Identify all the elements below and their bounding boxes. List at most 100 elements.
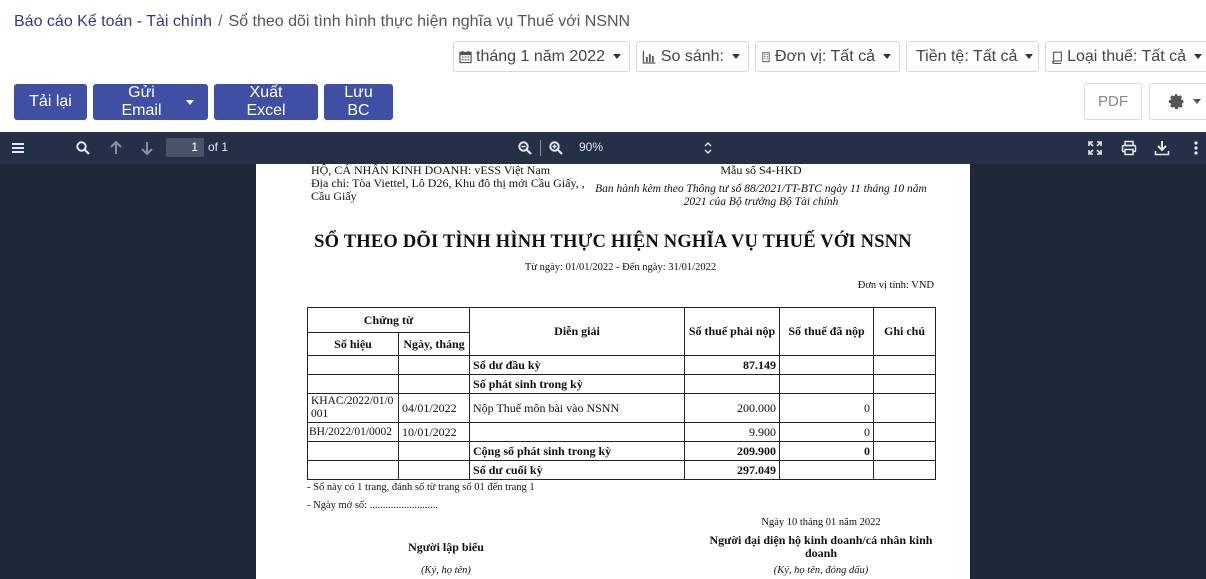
cell-description	[469, 422, 686, 442]
send-email-label: Gửi Email	[121, 84, 162, 119]
cell-paid	[779, 460, 875, 480]
cell-paid	[779, 374, 875, 394]
page-number-input[interactable]: 1	[166, 138, 204, 157]
table-row: Số phát sinh trong kỳ	[307, 374, 937, 394]
cell-voucher-no: KHAC/2022/01/0001	[307, 393, 399, 423]
cell-note	[873, 374, 937, 394]
business-info: HỘ, CÁ NHÂN KINH DOANH: vESS Việt Nam Đị…	[311, 164, 586, 203]
save-report-button[interactable]: Lưu BC	[324, 84, 393, 120]
download-icon[interactable]	[1154, 140, 1170, 156]
tax-type-dropdown[interactable]: Loại thuế: Tất cả	[1045, 41, 1206, 72]
cell-note	[873, 441, 937, 461]
date-range: Từ ngày: 01/01/2022 - Đến ngày: 31/01/20…	[524, 262, 717, 273]
zoom-in-icon[interactable]	[548, 140, 564, 156]
compare-dropdown[interactable]: So sánh:	[636, 41, 749, 72]
zoom-select-chevron-icon[interactable]	[700, 140, 716, 156]
cell-payable: 297.049	[684, 460, 781, 480]
pdf-page: HỘ, CÁ NHÂN KINH DOANH: vESS Việt Nam Đị…	[256, 164, 970, 579]
pdf-button[interactable]: PDF	[1084, 83, 1142, 120]
chevron-down-icon	[1194, 54, 1202, 59]
cell-paid: 0	[779, 393, 875, 423]
period-dropdown-label: tháng 1 năm 2022	[476, 47, 605, 65]
cell-note	[873, 460, 937, 480]
fullscreen-icon[interactable]	[1087, 140, 1103, 156]
unit-dropdown-label: Đơn vị: Tất cả	[774, 47, 875, 65]
settings-dropdown-button[interactable]	[1149, 83, 1206, 120]
cell-voucher-no: BH/2022/01/0002	[307, 422, 399, 442]
sidebar-toggle-icon[interactable]	[10, 140, 26, 156]
form-info: Mẫu số S4-HKD Ban hành kèm theo Thông tư…	[586, 164, 936, 209]
currency-dropdown[interactable]: Tiền tệ: Tất cả	[906, 41, 1039, 72]
book-icon	[1052, 51, 1062, 64]
export-excel-button[interactable]: Xuất Excel	[214, 84, 318, 120]
pdf-viewer: 1 of 1 90% HỘ, CÁ NHÂN KINH DOANH: vESS …	[0, 132, 1206, 579]
cell-voucher-date	[397, 441, 471, 461]
breadcrumb: Báo cáo Kế toán - Tài chính / Sổ theo dõi …	[14, 13, 630, 31]
cell-payable	[684, 374, 781, 394]
zoom-select[interactable]: 90%	[579, 140, 603, 154]
header-voucher-no: Số hiệu	[307, 332, 399, 356]
arrow-down-icon[interactable]	[139, 140, 155, 156]
search-icon[interactable]	[75, 140, 91, 156]
preparer-label: Người lập biểu	[408, 540, 484, 554]
compare-dropdown-label: So sánh:	[660, 47, 724, 65]
chevron-down-icon	[1025, 54, 1034, 59]
cell-payable: 200.000	[684, 393, 781, 423]
pdf-toolbar: 1 of 1 90%	[0, 132, 1206, 164]
bar-chart-icon	[642, 50, 656, 64]
zoom-out-icon[interactable]	[517, 140, 533, 156]
document-title: SỔ THEO DÕI TÌNH HÌNH THỰC HIỆN NGHĨA VỤ…	[314, 232, 912, 252]
unit-dropdown[interactable]: Đơn vị: Tất cả	[755, 41, 900, 72]
cell-description: Số dư đầu kỳ	[469, 355, 686, 375]
cell-payable: 209.900	[684, 441, 781, 461]
more-options-icon[interactable]	[1190, 140, 1202, 156]
chevron-down-icon	[186, 99, 194, 105]
chevron-down-icon	[1192, 99, 1201, 104]
right-action-group: PDF	[1084, 83, 1206, 120]
tax-type-dropdown-label: Loại thuế: Tất cả	[1067, 47, 1186, 65]
breadcrumb-separator: /	[218, 13, 223, 30]
page-title: Sổ theo dõi tình hình thực hiện nghĩa vụ…	[228, 13, 631, 30]
cell-voucher-date	[397, 355, 471, 375]
cell-paid	[779, 355, 875, 375]
gear-icon	[1168, 93, 1183, 110]
building-icon	[762, 51, 770, 62]
send-email-button[interactable]: Gửi Email	[93, 84, 208, 120]
calendar-icon	[459, 50, 472, 63]
table-row: Số dư đầu kỳ 87.149	[307, 355, 937, 375]
arrow-up-icon[interactable]	[108, 140, 124, 156]
table-row: Số dư cuối kỳ 297.049	[307, 460, 937, 480]
reload-button[interactable]: Tải lại	[14, 84, 87, 120]
chevron-down-icon	[883, 54, 891, 59]
cell-voucher-date: 10/01/2022	[397, 422, 471, 442]
cell-voucher-no	[307, 355, 399, 375]
toolbar-divider	[540, 140, 541, 156]
preparer-sign-hint: (Ký, họ tên)	[421, 565, 471, 576]
cell-voucher-no	[307, 374, 399, 394]
cell-description: Cộng số phát sinh trong kỳ	[469, 441, 686, 461]
chevron-down-icon	[613, 54, 621, 59]
sign-date: Ngày 10 tháng 01 năm 2022	[761, 517, 881, 528]
print-icon[interactable]	[1121, 140, 1137, 156]
chevron-down-icon	[732, 54, 740, 59]
cell-voucher-date: 04/01/2022	[397, 393, 471, 423]
cell-note	[873, 393, 937, 423]
header-voucher: Chứng từ	[306, 307, 471, 333]
cell-voucher-date	[397, 460, 471, 480]
cell-description: Số phát sinh trong kỳ	[469, 374, 686, 394]
header-note: Ghi chú	[873, 307, 937, 356]
currency-dropdown-label: Tiền tệ: Tất cả	[916, 47, 1018, 65]
breadcrumb-parent-link[interactable]: Báo cáo Kế toán - Tài chính	[14, 13, 212, 30]
table-row: BH/2022/01/0002 10/01/2022 9.900 0	[307, 422, 937, 442]
header-voucher-date: Ngày, tháng	[397, 332, 471, 356]
cell-note	[873, 355, 937, 375]
table-row: KHAC/2022/01/0001 04/01/2022 Nộp Thuế mô…	[307, 393, 937, 423]
filter-bar: tháng 1 năm 2022 So sánh: Đơn vị: Tất cả…	[453, 41, 1206, 72]
cell-note	[873, 422, 937, 442]
form-issued-note: Ban hành kèm theo Thông tư số 88/2021/TT…	[595, 183, 927, 208]
period-dropdown[interactable]: tháng 1 năm 2022	[453, 41, 630, 72]
table-header-row: Chứng từ Diễn giải Số thuế phải nộp Số t…	[306, 307, 937, 356]
representative-label: Người đại diện hộ kinh doanh/cá nhân kin…	[709, 533, 933, 560]
business-address: Địa chỉ: Tòa Viettel, Lô D26, Khu đô thị…	[311, 176, 585, 203]
cell-voucher-no	[307, 441, 399, 461]
